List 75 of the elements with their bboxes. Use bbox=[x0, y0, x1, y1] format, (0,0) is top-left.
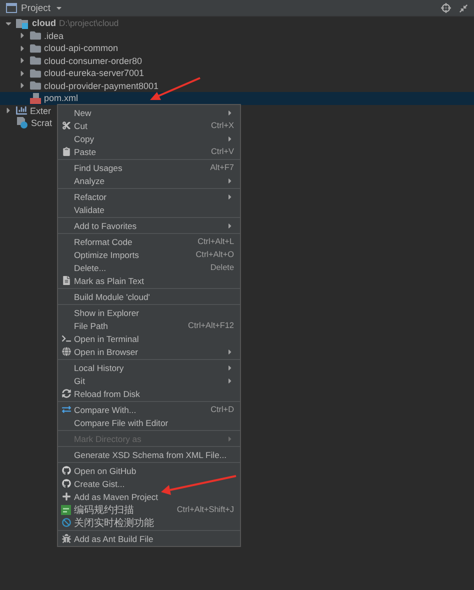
refresh-icon bbox=[62, 389, 70, 398]
menu-item[interactable]: Local History bbox=[58, 361, 240, 374]
folder-icon bbox=[30, 42, 41, 54]
scissors-icon bbox=[62, 121, 70, 130]
shortcut-label: Ctrl+Alt+O bbox=[196, 250, 234, 259]
menu-item[interactable]: Reformat Code Ctrl+Alt+L bbox=[58, 235, 240, 248]
menu-item[interactable]: Delete... Delete bbox=[58, 261, 240, 274]
shortcut-label: Ctrl+D bbox=[210, 405, 234, 414]
menu-item[interactable]: Add to Favorites bbox=[58, 219, 240, 232]
document-icon bbox=[62, 276, 70, 285]
menu-item[interactable]: Copy bbox=[58, 132, 240, 145]
menu-item[interactable]: Show in Explorer bbox=[58, 306, 240, 319]
panel-title[interactable]: Project bbox=[21, 2, 51, 14]
tree-label[interactable]: cloud-consumer-order80 bbox=[44, 56, 142, 66]
collapse-icon[interactable] bbox=[459, 4, 468, 12]
globe-icon bbox=[62, 347, 70, 356]
terminal-icon bbox=[62, 334, 70, 343]
plus-icon bbox=[62, 492, 70, 501]
menu-item[interactable]: Add as Ant Build File bbox=[58, 532, 240, 545]
prohibited-icon bbox=[62, 518, 70, 527]
tree-label[interactable]: cloud-api-common bbox=[44, 43, 118, 54]
shortcut-label: Ctrl+Alt+F12 bbox=[188, 321, 234, 330]
menu-item[interactable]: 关闭实时检测功能 bbox=[58, 516, 240, 529]
menu-item[interactable]: Validate bbox=[58, 203, 240, 216]
tree-label[interactable]: Scrat bbox=[31, 118, 52, 128]
menu-item[interactable]: Mark as Plain Text bbox=[58, 274, 240, 287]
libraries-icon bbox=[16, 105, 27, 116]
folder-icon bbox=[30, 55, 41, 66]
compare-icon bbox=[62, 405, 70, 414]
scratch-file-icon bbox=[16, 117, 28, 130]
folder-icon bbox=[30, 30, 41, 42]
menu-item[interactable]: Open in Terminal bbox=[58, 332, 240, 345]
shortcut-label: Ctrl+Alt+L bbox=[198, 237, 234, 246]
github-icon bbox=[62, 479, 70, 488]
github-icon bbox=[62, 466, 70, 475]
tree-label[interactable]: Exter bbox=[30, 106, 52, 116]
menu-item[interactable]: Compare File with Editor bbox=[58, 416, 240, 429]
module-folder-icon bbox=[16, 18, 29, 29]
dropdown-caret-icon[interactable] bbox=[54, 4, 63, 12]
folder-icon bbox=[30, 68, 41, 79]
shortcut-label: Ctrl+Alt+Shift+J bbox=[176, 505, 234, 514]
menu-item[interactable]: Build Module 'cloud' bbox=[58, 290, 240, 303]
shortcut-label: Ctrl+V bbox=[211, 147, 234, 156]
shortcut-label: Ctrl+X bbox=[211, 121, 234, 130]
menu-item[interactable]: Compare With... Ctrl+D bbox=[58, 403, 240, 416]
menu-item[interactable]: Reload from Disk bbox=[58, 387, 240, 400]
shortcut-label: Delete bbox=[210, 263, 234, 272]
tree-label[interactable]: cloud bbox=[32, 18, 56, 28]
menu-item[interactable]: New bbox=[58, 106, 240, 119]
menu-item[interactable]: Create Gist... bbox=[58, 477, 240, 490]
tree-label[interactable]: pom.xml bbox=[44, 93, 78, 104]
menu-item[interactable]: 编码规约扫描 Ctrl+Alt+Shift+J bbox=[58, 503, 240, 516]
menu-item[interactable]: Optimize Imports Ctrl+Alt+O bbox=[58, 248, 240, 261]
menu-item[interactable]: Paste Ctrl+V bbox=[58, 145, 240, 158]
menu-item[interactable]: Git bbox=[58, 374, 240, 387]
menu-item[interactable]: Cut Ctrl+X bbox=[58, 119, 240, 132]
crosshair-icon[interactable] bbox=[441, 3, 451, 13]
maven-file-icon bbox=[30, 92, 41, 104]
tree-label[interactable]: .idea bbox=[44, 30, 64, 41]
menu-item[interactable]: Generate XSD Schema from XML File... bbox=[58, 448, 240, 461]
menu-item[interactable]: Open in Browser bbox=[58, 345, 240, 358]
scan-icon bbox=[61, 504, 71, 514]
menu-item[interactable]: Refactor bbox=[58, 190, 240, 203]
tree-path: D:\project\cloud bbox=[59, 18, 119, 28]
menu-item[interactable]: Open on GitHub bbox=[58, 464, 240, 477]
clipboard-icon bbox=[62, 147, 70, 156]
tree-label[interactable]: cloud-provider-payment8001 bbox=[44, 80, 159, 91]
menu-item[interactable]: Find Usages Alt+F7 bbox=[58, 161, 240, 174]
tree-label[interactable]: cloud-eureka-server7001 bbox=[44, 68, 144, 78]
menu-item[interactable]: Add as Maven Project bbox=[58, 490, 240, 503]
shortcut-label: Alt+F7 bbox=[210, 163, 234, 172]
menu-item[interactable]: File Path Ctrl+Alt+F12 bbox=[58, 319, 240, 332]
folder-icon bbox=[30, 80, 41, 92]
panel-icon bbox=[6, 3, 17, 13]
menu-item[interactable]: Analyze bbox=[58, 174, 240, 187]
